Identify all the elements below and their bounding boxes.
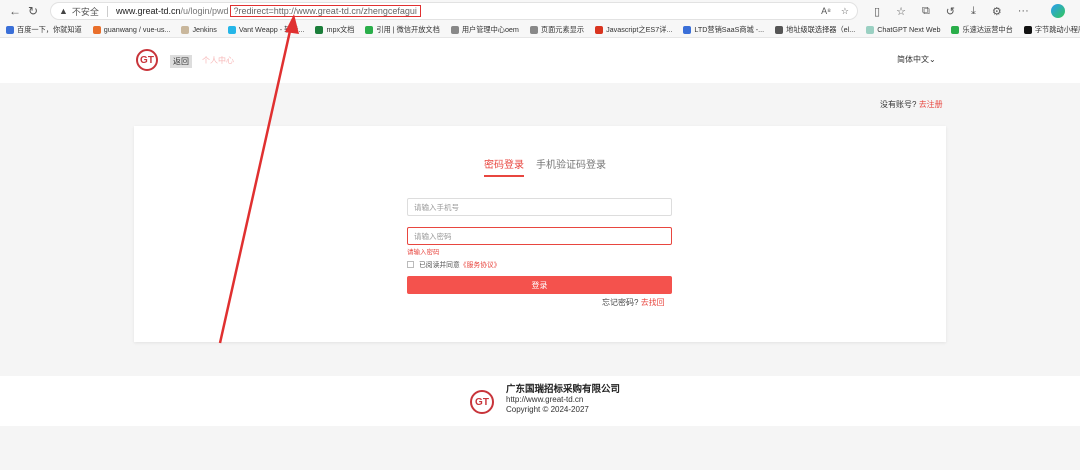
bookmark-label: guanwang / vue-us... [103,25,171,34]
register-link[interactable]: 去注册 [919,100,943,109]
user-center-link[interactable]: 个人中心 [202,55,234,66]
bookmark-icon [529,25,538,34]
brand-logo[interactable]: GT [136,49,158,71]
bookmark-item[interactable]: guanwang / vue-us... [92,25,171,34]
bookmark-icon [365,25,374,34]
bookmark-item[interactable]: mpx文档 [315,25,354,35]
bookmark-item[interactable]: Vant Weapp - 轻量... [227,24,305,35]
star-icon[interactable]: ☆ [841,6,849,17]
copyright: Copyright © 2024-2027 [506,405,589,414]
phone-input[interactable]: 请输入手机号 [407,198,672,216]
forgot-password: 忘记密码? 去找回 [602,297,665,308]
footer-logo: GT [470,390,494,414]
bookmark-label: 乐速达运营中台 [962,24,1013,34]
bookmark-item[interactable]: Jenkins [181,25,217,34]
bookmark-icon [775,25,784,34]
browser-toolbar: ← ↻ ▲ 不安全 www.great-td.cn /u/login/pwd ?… [0,0,1080,22]
register-hint: 没有账号? 去注册 [880,99,943,110]
bookmark-item[interactable]: 地址级联选择器（el... [775,25,855,35]
url-host: www.great-td.cn [115,6,181,16]
service-agreement-link[interactable]: 《服务协议》 [460,259,501,269]
login-card: 密码登录 手机验证码登录 请输入手机号 请输入密码 请输入密码 已阅读并同意 《… [134,126,946,342]
language-selector[interactable]: 简体中文⌄ [897,54,936,65]
agreement-text: 已阅读并同意 [419,262,460,269]
language-label: 简体中文 [897,55,929,64]
agreement-row: 已阅读并同意 《服务协议》 [407,259,501,269]
bookmark-item[interactable]: 用户管理中心oem [450,24,519,35]
bookmark-icon [315,25,324,34]
bookmark-item[interactable]: 字节跳动小程序开... [1023,24,1080,35]
site-header: GT 返回 个人中心 简体中文⌄ [0,38,1080,83]
bookmark-item[interactable]: 乐速达运营中台 [951,24,1013,35]
bookmark-label: LTD营销SaaS商城 -... [694,24,765,34]
chevron-down-icon: ⌄ [929,55,936,64]
bookmark-item[interactable]: Javascript之ES7详... [595,25,672,35]
bookmark-icon [92,25,101,34]
recover-password-link[interactable]: 去找回 [641,298,665,307]
bookmark-item[interactable]: ChatGPT Next Web [866,25,940,34]
company-website: http://www.great-td.cn [506,395,584,404]
bookmark-label: 引用 | 微信开放文档 [376,24,440,34]
warning-icon: ▲ [59,6,68,16]
bookmark-icon [450,25,459,34]
bookmark-label: Vant Weapp - 轻量... [238,24,305,34]
url-query-highlight: ?redirect=http://www.great-td.cn/zhengce… [229,5,421,17]
more-icon[interactable]: ··· [1018,5,1029,17]
address-bar[interactable]: ▲ 不安全 www.great-td.cn /u/login/pwd ?redi… [50,2,858,20]
download-icon[interactable]: ⤓ [971,5,976,18]
favorites-icon[interactable]: ☆ [896,5,906,18]
split-screen-icon[interactable]: ▯ [874,5,880,18]
bookmark-label: Javascript之ES7详... [606,24,673,34]
bookmarks-bar: 百度一下，你就知道 guanwang / vue-us... Jenkins Vant… [0,22,1080,38]
bookmark-item[interactable]: 百度一下，你就知道 [6,25,82,35]
refresh-icon[interactable]: ↻ [24,2,42,20]
bookmark-item[interactable]: LTD营销SaaS商城 -... [683,25,764,35]
bookmark-label: 字节跳动小程序开... [1034,24,1080,34]
bookmark-icon [227,25,236,34]
copilot-icon[interactable] [1050,4,1065,18]
forgot-text: 忘记密码? [602,298,639,307]
bookmark-icon [866,25,875,34]
history-icon[interactable]: ↺ [946,5,955,18]
bookmark-icon [1023,25,1032,34]
insecure-label: 不安全 [71,6,99,17]
register-hint-text: 没有账号? [880,100,917,109]
bookmark-icon [6,25,14,34]
bookmark-label: Jenkins [192,25,217,34]
bookmark-label: 页面元素显示 [540,24,585,34]
tab-sms-login[interactable]: 手机验证码登录 [536,156,606,177]
bookmark-icon [951,25,960,34]
bookmark-label: 用户管理中心oem [461,24,519,34]
bookmark-icon [683,25,692,34]
login-button[interactable]: 登录 [407,276,672,294]
login-tabs: 密码登录 手机验证码登录 [484,156,606,177]
password-input[interactable]: 请输入密码 [407,227,672,245]
site-footer: GT 广东国瑞招标采购有限公司 http://www.great-td.cn C… [0,376,1080,426]
bookmark-label: 地址级联选择器（el... [786,24,856,34]
url-path: /u/login/pwd [180,6,229,16]
url-separator [106,5,108,17]
agreement-checkbox[interactable] [407,260,414,268]
tab-password-login[interactable]: 密码登录 [484,156,524,177]
back-icon[interactable]: ← [6,2,24,20]
bookmark-icon [595,25,604,34]
bookmark-label: 百度一下，你就知道 [17,24,82,34]
extensions-icon[interactable]: ⚙ [992,5,1002,18]
bookmark-label: mpx文档 [326,24,355,34]
bookmark-item[interactable]: 页面元素显示 [529,24,585,35]
password-error: 请输入密码 [407,249,440,256]
bookmark-item[interactable]: 引用 | 微信开放文档 [365,24,440,35]
back-button[interactable]: 返回 [170,55,192,68]
footer-info: 广东国瑞招标采购有限公司 http://www.great-td.cn Copy… [506,385,620,415]
collections-icon[interactable]: ⧉ [922,5,930,18]
company-name: 广东国瑞招标采购有限公司 [506,384,621,395]
bookmark-label: ChatGPT Next Web [877,25,941,34]
reader-mode-icon[interactable]: A⁸ [821,6,831,17]
bookmark-icon [181,25,190,34]
